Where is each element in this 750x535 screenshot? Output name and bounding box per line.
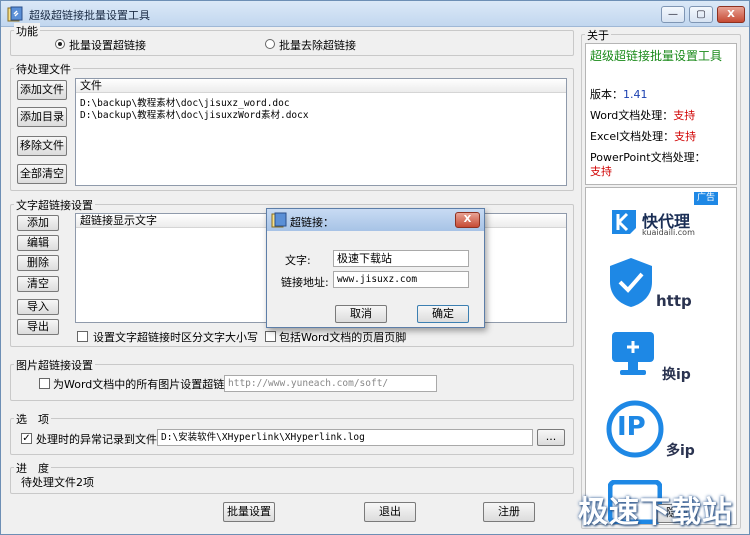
image-link-url-field[interactable]: http://www.yuneach.com/soft/ (224, 375, 437, 392)
remove-file-button[interactable]: 移除文件 (17, 136, 67, 156)
ad-domain: kuaidaili.com (642, 228, 695, 237)
import-button[interactable]: 导入 (17, 299, 59, 315)
log-errors-label: 处理时的异常记录到文件: (36, 433, 161, 446)
about-panel: 超级超链接批量设置工具 版本：1.41 Word文档处理：支持 Excel文档处… (585, 43, 737, 185)
clear-all-button[interactable]: 全部清空 (17, 164, 67, 184)
dialog-close-button[interactable]: X (455, 212, 480, 228)
dialog-app-icon (271, 212, 287, 228)
dialog-url-label: 链接地址: (281, 276, 329, 289)
text-link-legend: 文字超链接设置 (14, 197, 95, 213)
case-sensitive-label: 设置文字超链接时区分文字大小写 (93, 331, 258, 344)
batch-set-label: 批量设置超链接 (69, 39, 146, 52)
monitor-icon (612, 332, 654, 375)
edit-link-button[interactable]: 编辑 (17, 235, 59, 251)
title-bar[interactable]: 超级超链接批量设置工具 — ▢ X (1, 1, 749, 27)
dialog-text-label: 文字: (285, 254, 311, 267)
site-watermark: 极速下载站 (578, 495, 733, 530)
version-label: 版本： (590, 88, 623, 101)
image-link-checkbox[interactable] (39, 378, 50, 389)
include-header-label: 包括Word文档的页眉页脚 (279, 331, 407, 344)
add-directory-button[interactable]: 添加目录 (17, 107, 67, 127)
version-value: 1.41 (623, 88, 648, 101)
minimize-button[interactable]: — (661, 6, 685, 23)
progress-status: 待处理文件2项 (21, 476, 94, 489)
dialog-cancel-button[interactable]: 取消 (335, 305, 387, 323)
ad-ip-text: IP (617, 412, 646, 442)
file-row-2[interactable]: D:\backup\教程素材\doc\jisuxzWord素材.docx (80, 107, 309, 121)
batch-set-radio[interactable] (55, 39, 65, 49)
batch-remove-label: 批量去除超链接 (279, 39, 356, 52)
log-errors-checkbox[interactable]: ✓ (21, 433, 32, 444)
export-button[interactable]: 导出 (17, 319, 59, 335)
shield-icon (610, 258, 652, 307)
batch-remove-radio[interactable] (265, 39, 275, 49)
image-link-legend: 图片超链接设置 (14, 357, 95, 373)
file-list[interactable]: 文件 D:\backup\教程素材\doc\jisuxz_word.doc D:… (75, 78, 567, 186)
ad-panel[interactable]: 广告 快代理 kuaidaili.com http 换ip IP 多ip (585, 187, 737, 525)
log-path-field[interactable]: D:\安装软件\XHyperlink\XHyperlink.log (157, 429, 533, 446)
word-support-value: 支持 (673, 109, 696, 122)
options-legend: 选 项 (14, 411, 51, 427)
about-legend: 关于 (585, 27, 611, 43)
excel-support-label: Excel文档处理： (590, 130, 675, 143)
clear-links-button[interactable]: 清空 (17, 276, 59, 292)
word-support-label: Word文档处理： (590, 109, 674, 122)
dialog-title: 超链接： (290, 216, 334, 229)
main-window: 超级超链接批量设置工具 — ▢ X 功能 批量设置超链接 批量去除超链接 待处理… (0, 0, 750, 535)
ppt-support-value: 支持 (590, 165, 612, 178)
app-icon (7, 6, 23, 22)
exit-button[interactable]: 退出 (364, 502, 416, 522)
ad-tag: 广告 (694, 192, 718, 205)
about-title: 超级超链接批量设置工具 (590, 49, 723, 63)
progress-group (10, 467, 574, 494)
ad-multi-ip-label: 多ip (666, 443, 695, 459)
add-file-button[interactable]: 添加文件 (17, 80, 67, 100)
pending-files-legend: 待处理文件 (14, 61, 73, 77)
dialog-url-input[interactable]: www.jisuxz.com (333, 271, 469, 288)
ad-http-label: http (656, 292, 692, 310)
excel-support-value: 支持 (674, 130, 697, 143)
file-column-header[interactable]: 文件 (76, 79, 566, 93)
window-title: 超级超链接批量设置工具 (29, 9, 150, 22)
ad-dynamic-ip-label: 换ip (662, 367, 691, 383)
hyperlink-dialog: 超链接： X 文字: 极速下载站 链接地址: www.jisuxz.com 取消… (266, 208, 485, 328)
case-sensitive-checkbox[interactable] (77, 331, 88, 342)
include-header-checkbox[interactable] (265, 331, 276, 342)
dialog-ok-button[interactable]: 确定 (417, 305, 469, 323)
delete-link-button[interactable]: 删除 (17, 255, 59, 271)
browse-log-button[interactable]: ... (537, 429, 565, 446)
register-button[interactable]: 注册 (483, 502, 535, 522)
dialog-text-input[interactable]: 极速下载站 (333, 250, 469, 267)
function-legend: 功能 (14, 23, 40, 39)
kuaidaili-logo-icon (612, 210, 636, 234)
maximize-button[interactable]: ▢ (689, 6, 713, 23)
dialog-title-bar[interactable]: 超链接： X (267, 209, 484, 231)
batch-set-button[interactable]: 批量设置 (223, 502, 275, 522)
close-button[interactable]: X (717, 6, 745, 23)
add-link-button[interactable]: 添加 (17, 215, 59, 231)
image-link-label: 为Word文档中的所有图片设置超链接: (53, 378, 239, 391)
